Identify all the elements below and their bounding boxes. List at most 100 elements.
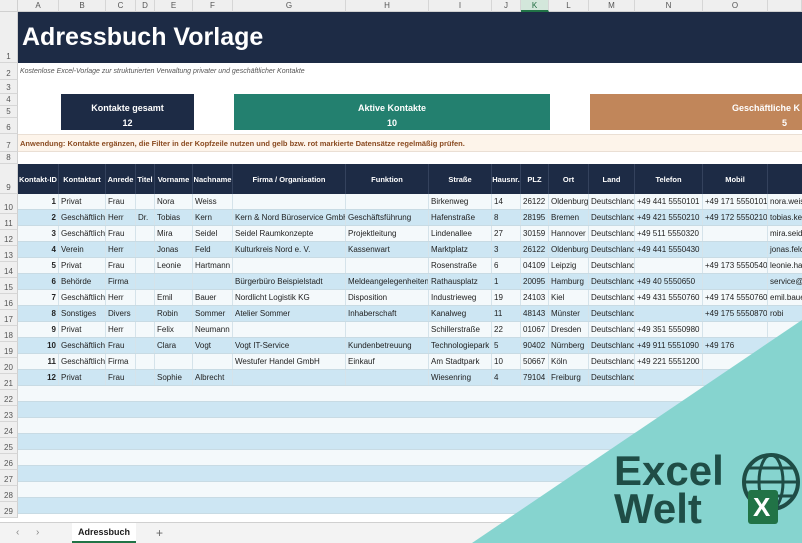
row-header-26[interactable]: 26: [0, 454, 18, 470]
table-cell[interactable]: +49 431 5550760: [635, 290, 703, 305]
table-row[interactable]: 3 Geschäftlich Frau Mira Seidel Seidel Raumko…: [18, 226, 802, 242]
table-cell[interactable]: 5: [18, 258, 59, 273]
table-cell[interactable]: Atelier Sommer: [233, 306, 346, 321]
table-cell[interactable]: 90402: [521, 338, 549, 353]
table-cell[interactable]: leonie.ha: [768, 258, 802, 273]
row-header-5[interactable]: 5: [0, 106, 18, 118]
table-cell[interactable]: Schillerstraße: [429, 322, 492, 337]
table-cell[interactable]: [136, 322, 155, 337]
table-row[interactable]: 9 Privat Herr Felix Neumann Schillerstraße 22 0…: [18, 322, 802, 338]
table-cell[interactable]: Marktplatz: [429, 242, 492, 257]
column-header-l[interactable]: L: [549, 0, 589, 12]
column-title[interactable]: [768, 164, 802, 194]
table-cell[interactable]: Sonstiges: [59, 306, 106, 321]
table-cell[interactable]: service@: [768, 274, 802, 289]
column-title[interactable]: Kontaktart: [59, 164, 106, 194]
table-cell[interactable]: [136, 242, 155, 257]
row-header-10[interactable]: 10: [0, 194, 18, 214]
table-cell[interactable]: Weiss: [193, 194, 233, 209]
row-header-14[interactable]: 14: [0, 262, 18, 278]
table-cell[interactable]: Neumann: [193, 322, 233, 337]
table-cell[interactable]: Frau: [106, 226, 136, 241]
table-cell[interactable]: Deutschland: [589, 354, 635, 369]
column-title[interactable]: Anrede: [106, 164, 136, 194]
column-title[interactable]: PLZ: [521, 164, 549, 194]
row-header-8[interactable]: 8: [0, 152, 18, 164]
table-cell[interactable]: Seidel Raumkonzepte: [233, 226, 346, 241]
table-cell[interactable]: 9: [18, 322, 59, 337]
table-cell[interactable]: Technologiepark: [429, 338, 492, 353]
table-cell[interactable]: 14: [492, 194, 521, 209]
table-cell[interactable]: Nürnberg: [549, 338, 589, 353]
table-cell[interactable]: 48143: [521, 306, 549, 321]
table-cell[interactable]: mira.seid: [768, 226, 802, 241]
table-cell[interactable]: Münster: [549, 306, 589, 321]
table-cell[interactable]: [703, 370, 768, 385]
table-cell[interactable]: +49 171 5550101: [703, 194, 768, 209]
table-cell[interactable]: +49 511 5550320: [635, 226, 703, 241]
table-cell[interactable]: [233, 322, 346, 337]
table-cell[interactable]: Verein: [59, 242, 106, 257]
table-cell[interactable]: 4: [18, 242, 59, 257]
table-cell[interactable]: Hannover: [549, 226, 589, 241]
table-cell[interactable]: [136, 306, 155, 321]
table-cell[interactable]: Rathausplatz: [429, 274, 492, 289]
table-cell[interactable]: Geschäftlich: [59, 226, 106, 241]
table-cell[interactable]: Bürgerbüro Beispielstadt: [233, 274, 346, 289]
row-header-19[interactable]: 19: [0, 342, 18, 358]
table-cell[interactable]: jonas.felc: [768, 242, 802, 257]
table-cell[interactable]: Privat: [59, 370, 106, 385]
column-header-o[interactable]: O: [703, 0, 768, 12]
table-cell[interactable]: Bauer: [193, 290, 233, 305]
empty-table-row[interactable]: [18, 418, 802, 434]
table-cell[interactable]: Deutschland: [589, 338, 635, 353]
column-title[interactable]: Kontakt-ID: [18, 164, 59, 194]
table-cell[interactable]: 11: [18, 354, 59, 369]
table-cell[interactable]: [768, 354, 802, 369]
table-cell[interactable]: Deutschland: [589, 194, 635, 209]
table-cell[interactable]: 01067: [521, 322, 549, 337]
table-cell[interactable]: Geschäftlich: [59, 290, 106, 305]
column-header-f[interactable]: F: [193, 0, 233, 12]
table-cell[interactable]: [233, 370, 346, 385]
table-cell[interactable]: Hafenstraße: [429, 210, 492, 225]
table-cell[interactable]: 6: [492, 258, 521, 273]
table-cell[interactable]: 5: [492, 338, 521, 353]
table-cell[interactable]: Felix: [155, 322, 193, 337]
table-cell[interactable]: Behörde: [59, 274, 106, 289]
table-cell[interactable]: Tobias: [155, 210, 193, 225]
table-cell[interactable]: Nordlicht Logistik KG: [233, 290, 346, 305]
table-cell[interactable]: +49 221 5551200: [635, 354, 703, 369]
table-cell[interactable]: 6: [18, 274, 59, 289]
table-cell[interactable]: Feld: [193, 242, 233, 257]
table-cell[interactable]: Rosenstraße: [429, 258, 492, 273]
table-cell[interactable]: Geschäftlich: [59, 338, 106, 353]
column-title[interactable]: Land: [589, 164, 635, 194]
table-cell[interactable]: [346, 258, 429, 273]
table-cell[interactable]: [136, 274, 155, 289]
table-cell[interactable]: Jonas: [155, 242, 193, 257]
table-cell[interactable]: Dresden: [549, 322, 589, 337]
table-cell[interactable]: Geschäftlich: [59, 354, 106, 369]
row-header-24[interactable]: 24: [0, 422, 18, 438]
table-cell[interactable]: Birkenweg: [429, 194, 492, 209]
table-cell[interactable]: Kiel: [549, 290, 589, 305]
row-header-23[interactable]: 23: [0, 406, 18, 422]
table-cell[interactable]: Divers: [106, 306, 136, 321]
table-cell[interactable]: 4: [492, 370, 521, 385]
table-cell[interactable]: robi: [768, 306, 802, 321]
table-cell[interactable]: [136, 194, 155, 209]
empty-table-row[interactable]: [18, 386, 802, 402]
column-title[interactable]: Titel: [136, 164, 155, 194]
column-header-k[interactable]: K: [521, 0, 549, 12]
table-cell[interactable]: Einkauf: [346, 354, 429, 369]
table-cell[interactable]: Deutschland: [589, 210, 635, 225]
table-cell[interactable]: 27: [492, 226, 521, 241]
table-cell[interactable]: [768, 322, 802, 337]
column-title[interactable]: Nachname: [193, 164, 233, 194]
table-row[interactable]: 2 Geschäftlich Herr Dr. Tobias Kern Kern & Nor…: [18, 210, 802, 226]
table-row[interactable]: 7 Geschäftlich Herr Emil Bauer Nordlicht Logi…: [18, 290, 802, 306]
table-cell[interactable]: 12: [18, 370, 59, 385]
table-cell[interactable]: Kassenwart: [346, 242, 429, 257]
table-cell[interactable]: Firma: [106, 354, 136, 369]
